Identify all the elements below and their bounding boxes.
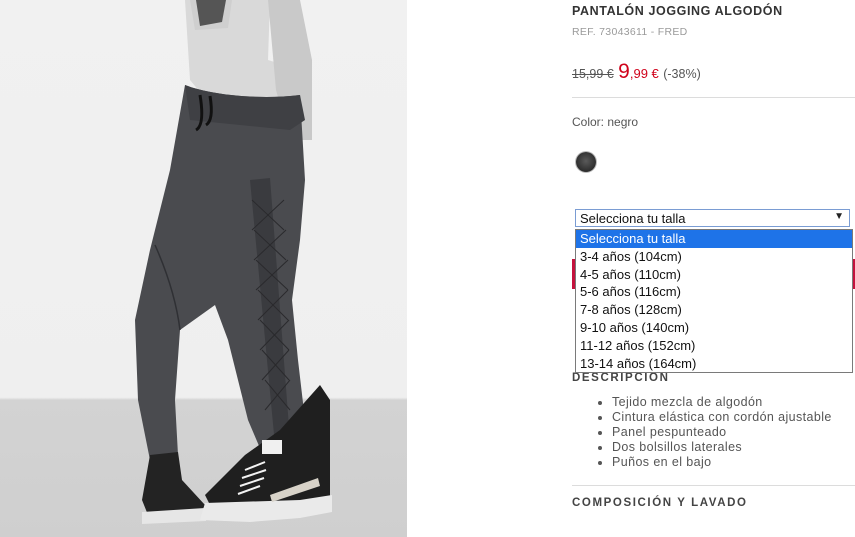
size-dropdown-list[interactable]: Selecciona tu talla 3-4 años (104cm) 4-5…	[575, 229, 853, 374]
description-item: Cintura elástica con cordón ajustable	[612, 410, 832, 425]
product-info-panel: PANTALÓN JOGGING ALGODÓN REF. 73043611 -…	[572, 0, 855, 537]
description-item: Tejido mezcla de algodón	[612, 395, 832, 410]
size-option[interactable]: 9-10 años (140cm)	[576, 319, 852, 337]
description-item: Puños en el bajo	[612, 455, 832, 470]
product-title: PANTALÓN JOGGING ALGODÓN	[572, 4, 783, 18]
size-select[interactable]: Selecciona tu talla ▼	[575, 209, 850, 227]
size-option[interactable]: 11-12 años (152cm)	[576, 337, 852, 355]
size-select-value: Selecciona tu talla	[580, 211, 686, 226]
color-swatch-negro[interactable]	[576, 152, 596, 172]
description-item: Dos bolsillos laterales	[612, 440, 832, 455]
sale-price-integer: 9	[618, 60, 630, 83]
sale-price-decimal: ,99 €	[629, 66, 659, 81]
divider	[572, 97, 855, 98]
old-price: 15,99 €	[572, 67, 614, 81]
color-label: Color: negro	[572, 115, 639, 129]
size-option[interactable]: 5-6 años (116cm)	[576, 283, 852, 301]
size-option[interactable]: 3-4 años (104cm)	[576, 248, 852, 266]
size-option[interactable]: 7-8 años (128cm)	[576, 301, 852, 319]
size-option[interactable]: Selecciona tu talla	[576, 230, 852, 248]
discount-badge: (-38%)	[663, 67, 701, 81]
price-block: 15,99 € 9,99 € (-38%)	[572, 60, 701, 84]
size-option[interactable]: 13-14 años (164cm)	[576, 355, 852, 373]
description-item: Panel pespunteado	[612, 425, 832, 440]
description-list: Tejido mezcla de algodón Cintura elástic…	[572, 395, 832, 470]
description-heading[interactable]: DESCRIPCIÓN	[572, 372, 669, 384]
size-option[interactable]: 4-5 años (110cm)	[576, 266, 852, 284]
composition-heading[interactable]: COMPOSICIÓN Y LAVADO	[572, 497, 748, 509]
product-photo[interactable]	[0, 0, 407, 537]
divider	[572, 485, 855, 486]
product-reference: REF. 73043611 - FRED	[572, 26, 688, 38]
sale-price: 9,99 €	[618, 60, 659, 83]
chevron-down-icon[interactable]: ▼	[834, 211, 844, 222]
